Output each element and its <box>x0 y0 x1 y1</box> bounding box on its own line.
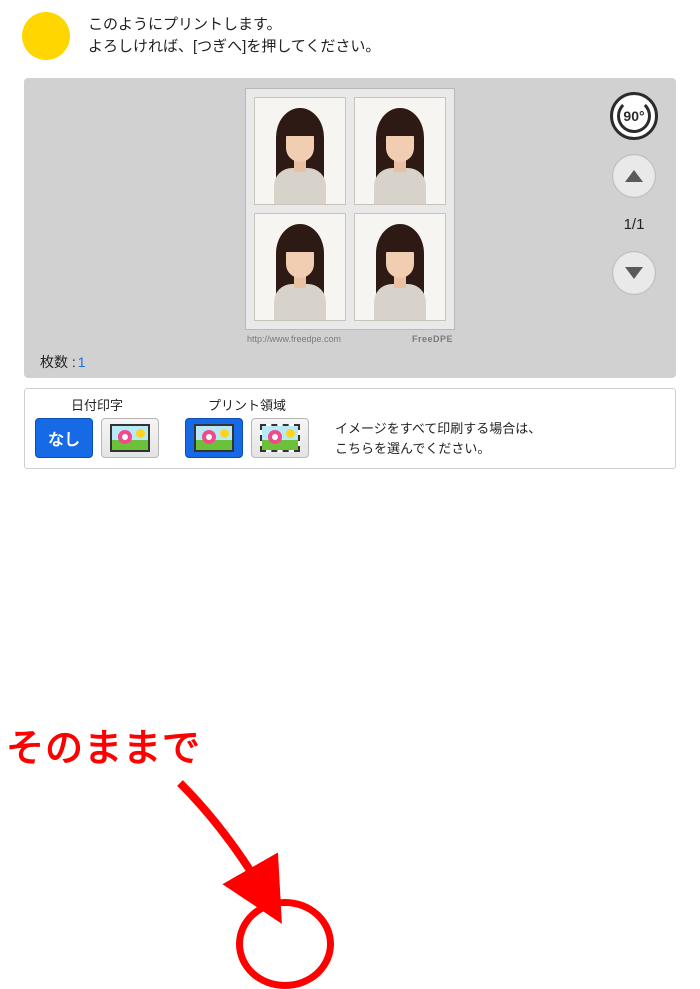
annotation-text: そのままで <box>6 717 201 772</box>
date-none-button[interactable]: なし <box>35 418 93 458</box>
arrow-icon <box>160 773 310 943</box>
copies-value: 1 <box>78 354 86 370</box>
copies-row: 枚数 :1 <box>40 352 86 372</box>
thumb-crop-icon <box>260 424 300 452</box>
date-none-label: なし <box>48 426 80 450</box>
photo-sheet <box>245 88 455 330</box>
print-area-full-button[interactable] <box>251 418 309 458</box>
next-button[interactable] <box>612 251 656 295</box>
header-line-2: よろしければ、[つぎへ]を押してください。 <box>88 36 380 59</box>
footer-brand: FreeDPE <box>412 334 453 344</box>
photo-slot <box>254 213 346 321</box>
person-icon <box>268 104 332 204</box>
prev-button[interactable] <box>612 154 656 198</box>
photo-slot <box>354 213 446 321</box>
print-area-fit-button[interactable] <box>185 418 243 458</box>
photo-slot <box>354 97 446 205</box>
chevron-up-icon <box>625 170 643 182</box>
copies-label: 枚数 : <box>40 354 76 370</box>
header-message: このようにプリントします。 よろしければ、[つぎへ]を押してください。 <box>88 14 380 59</box>
page-counter: 1/1 <box>624 212 645 237</box>
accent-dot-icon <box>22 12 70 60</box>
sheet-footer: http://www.freedpe.com FreeDPE <box>245 334 455 344</box>
footer-url: http://www.freedpe.com <box>247 334 341 344</box>
person-icon <box>268 220 332 320</box>
print-area-description: イメージをすべて印刷する場合は、 こちらを選んでください。 <box>335 419 541 458</box>
desc-line-2: こちらを選んでください。 <box>335 439 541 459</box>
options-row: 日付印字 なし プリント領域 <box>24 388 676 469</box>
rotate-arc-icon <box>617 99 651 133</box>
person-icon <box>368 220 432 320</box>
preview-panel: http://www.freedpe.com FreeDPE 90° 1/1 枚… <box>24 78 676 378</box>
print-area-group: プリント領域 <box>185 395 309 458</box>
header-line-1: このようにプリントします。 <box>88 14 380 37</box>
annotation-circle-icon <box>236 899 334 989</box>
date-print-group: 日付印字 なし <box>35 395 159 458</box>
person-icon <box>368 104 432 204</box>
date-print-title: 日付印字 <box>35 395 159 414</box>
desc-line-1: イメージをすべて印刷する場合は、 <box>335 419 541 439</box>
side-controls: 90° 1/1 <box>608 92 660 295</box>
chevron-down-icon <box>625 267 643 279</box>
preview-center: http://www.freedpe.com FreeDPE <box>245 88 455 344</box>
header: このようにプリントします。 よろしければ、[つぎへ]を押してください。 <box>0 0 700 78</box>
rotate-button[interactable]: 90° <box>610 92 658 140</box>
date-on-button[interactable] <box>101 418 159 458</box>
photo-slot <box>254 97 346 205</box>
print-area-title: プリント領域 <box>185 395 309 414</box>
thumb-icon <box>194 424 234 452</box>
thumb-icon <box>110 424 150 452</box>
